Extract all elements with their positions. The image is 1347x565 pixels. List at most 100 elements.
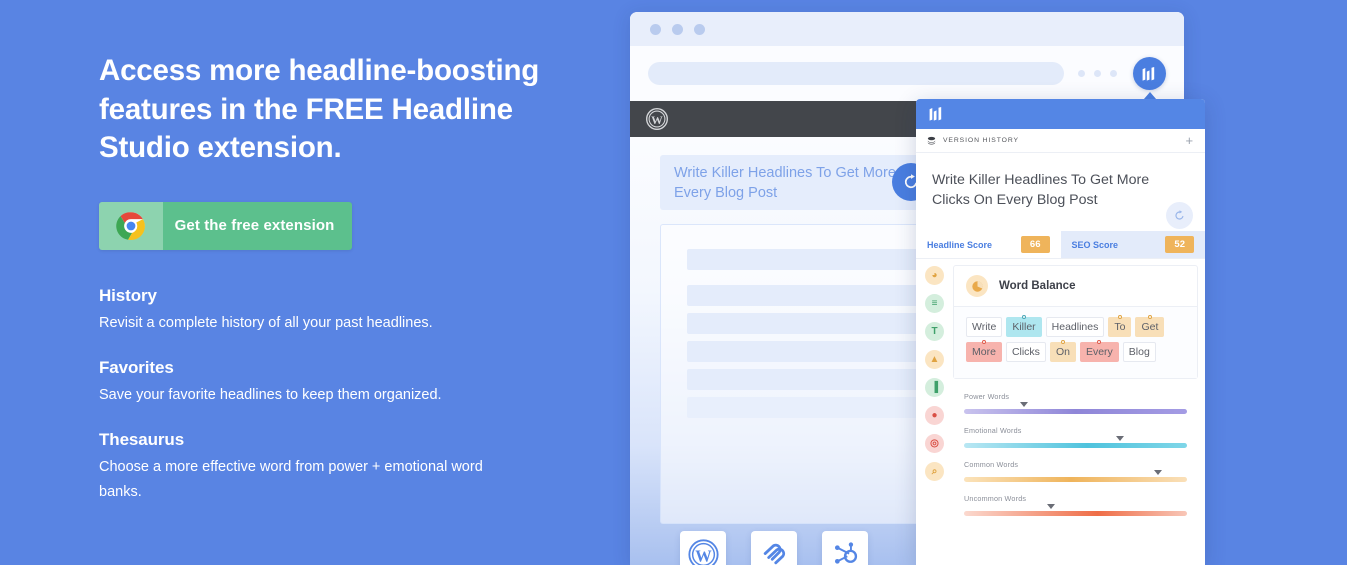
layers-icon <box>927 136 936 145</box>
word-type-label: Power Words <box>964 392 1010 401</box>
word-tag-pin-icon <box>1021 315 1026 319</box>
tab-headline-score[interactable]: Headline Score 66 <box>916 231 1061 258</box>
toolbar-dot-icon <box>1110 70 1117 77</box>
word-type-track[interactable] <box>964 409 1187 414</box>
wordpress-icon: W <box>687 538 719 565</box>
headline-studio-panel: VERSION HISTORY + Write Killer Headlines… <box>916 99 1205 565</box>
feature-item-thesaurus: Thesaurus Choose a more effective word f… <box>99 430 599 505</box>
tab-seo-score[interactable]: SEO Score 52 <box>1060 231 1205 258</box>
version-history-bar[interactable]: VERSION HISTORY + <box>916 129 1205 153</box>
chrome-icon <box>99 201 163 250</box>
word-tag-pin-icon <box>1117 315 1122 319</box>
content-placeholder-line <box>687 249 937 270</box>
sentiment-icon[interactable]: ▲ <box>925 350 944 369</box>
target-icon[interactable]: ◎ <box>925 434 944 453</box>
window-close-dot-icon[interactable] <box>650 23 661 35</box>
headline-studio-extension-button[interactable] <box>1133 57 1166 90</box>
panel-main: ◕ ≡ T ▲ ▐ ● ◎ ⌕ Word Balance Write Killer Headlin… <box>916 259 1205 565</box>
word-type-label: Emotional Words <box>964 426 1022 435</box>
platform-tile-squarespace[interactable] <box>751 531 797 565</box>
word-tag[interactable]: Get <box>1135 315 1165 337</box>
word-tag-pin-icon <box>1147 315 1152 319</box>
word-type-track[interactable] <box>964 477 1187 482</box>
panel-content: Word Balance Write Killer Headlines To Get Mo… <box>953 259 1205 565</box>
word-type-marker-icon <box>1046 504 1055 509</box>
word-tag[interactable]: To <box>1108 315 1132 337</box>
toolbar-dot-icon <box>1094 70 1101 77</box>
feature-description: Save your favorite headlines to keep the… <box>99 386 442 403</box>
word-balance-row: Write Killer Headlines To Get <box>966 315 1185 337</box>
headline-score-badge: 66 <box>1020 236 1050 253</box>
word-type-label: Uncommon Words <box>964 494 1027 503</box>
feature-item-history: History Revisit a complete history of al… <box>99 286 599 336</box>
squarespace-icon <box>763 543 786 565</box>
word-tag[interactable]: Write <box>966 317 1003 337</box>
get-free-extension-button[interactable]: Get the free extension <box>99 201 352 250</box>
word-balance-row: More Clicks On Every Blog <box>966 340 1185 362</box>
add-version-button[interactable]: + <box>1186 134 1195 147</box>
window-maximize-dot-icon[interactable] <box>694 23 705 35</box>
browser-toolbar <box>630 46 1184 101</box>
seo-score-badge: 52 <box>1165 236 1194 253</box>
hubspot-icon <box>834 541 857 564</box>
word-tag[interactable]: Killer <box>1006 315 1042 337</box>
word-type-track[interactable] <box>964 443 1187 448</box>
word-type-bar: Common Words <box>964 460 1187 482</box>
toolbar-dot-icon <box>1078 70 1085 77</box>
word-type-marker-icon <box>1115 436 1124 441</box>
cta-label: Get the free extension <box>174 217 335 234</box>
word-type-track[interactable] <box>964 511 1187 516</box>
search-icon[interactable]: ⌕ <box>925 462 944 481</box>
svg-text:W: W <box>651 114 663 127</box>
platform-tile-wordpress[interactable]: W <box>680 531 726 565</box>
platform-tile-hubspot[interactable] <box>822 531 868 565</box>
feature-title: Favorites <box>99 357 174 377</box>
headline-value: Write Killer Headlines To Get More Click… <box>932 172 1150 208</box>
reset-headline-button[interactable] <box>1166 202 1193 229</box>
url-input[interactable] <box>648 62 1064 85</box>
toolbar-extension-dots <box>1078 70 1117 77</box>
wordpress-icon: W <box>646 108 668 130</box>
word-tag[interactable]: On <box>1049 340 1076 362</box>
panel-icon-rail: ◕ ≡ T ▲ ▐ ● ◎ ⌕ <box>916 259 953 565</box>
feature-description: Choose a more effective word from power … <box>99 458 483 500</box>
word-tag[interactable]: Clicks <box>1005 342 1046 362</box>
word-type-bar: Uncommon Words <box>964 494 1187 516</box>
word-type-label: Common Words <box>964 460 1019 469</box>
word-balance-card: Word Balance Write Killer Headlines To Get Mo… <box>953 265 1198 379</box>
word-type-bar: Power Words <box>964 392 1187 414</box>
word-tag[interactable]: More <box>966 340 1002 362</box>
browser-titlebar <box>630 12 1184 46</box>
word-tag-pin-icon <box>981 340 986 344</box>
word-tag[interactable]: Blog <box>1122 342 1156 362</box>
clarity-icon[interactable]: ● <box>925 406 944 425</box>
word-tag-pin-icon <box>1060 340 1065 344</box>
feature-description: Revisit a complete history of all your p… <box>99 314 433 331</box>
feature-item-favorites: Favorites Save your favorite headlines t… <box>99 358 599 408</box>
word-tag[interactable]: Headlines <box>1045 317 1105 337</box>
typography-icon[interactable]: T <box>925 322 944 341</box>
readability-icon[interactable]: ▐ <box>925 378 944 397</box>
feature-title: History <box>99 285 157 305</box>
headline-type-icon[interactable]: ≡ <box>925 294 944 313</box>
word-tag[interactable]: Every <box>1079 340 1119 362</box>
hero-section: Access more headline-boosting features i… <box>99 52 599 527</box>
tab-label: SEO Score <box>1071 239 1119 250</box>
word-tag-pin-icon <box>1097 340 1102 344</box>
version-history-label: VERSION HISTORY <box>943 137 1019 144</box>
window-minimize-dot-icon[interactable] <box>672 23 683 35</box>
pie-chart-icon <box>966 275 988 297</box>
word-balance-body: Write Killer Headlines To Get More Clicks On Eve… <box>954 307 1197 378</box>
feature-title: Thesaurus <box>99 429 185 449</box>
feature-list: History Revisit a complete history of al… <box>99 286 599 505</box>
word-type-marker-icon <box>1153 470 1162 475</box>
word-type-bar: Emotional Words <box>964 426 1187 448</box>
reset-icon <box>1175 210 1184 220</box>
svg-text:W: W <box>695 546 712 565</box>
word-balance-icon[interactable]: ◕ <box>925 266 944 285</box>
word-balance-header: Word Balance <box>954 266 1197 307</box>
headline-studio-logo-icon <box>1142 66 1155 81</box>
word-type-marker-icon <box>1019 402 1028 407</box>
word-balance-title: Word Balance <box>999 280 1076 292</box>
word-type-bars: Power Words Emotional Words Common Words Un… <box>953 379 1198 516</box>
